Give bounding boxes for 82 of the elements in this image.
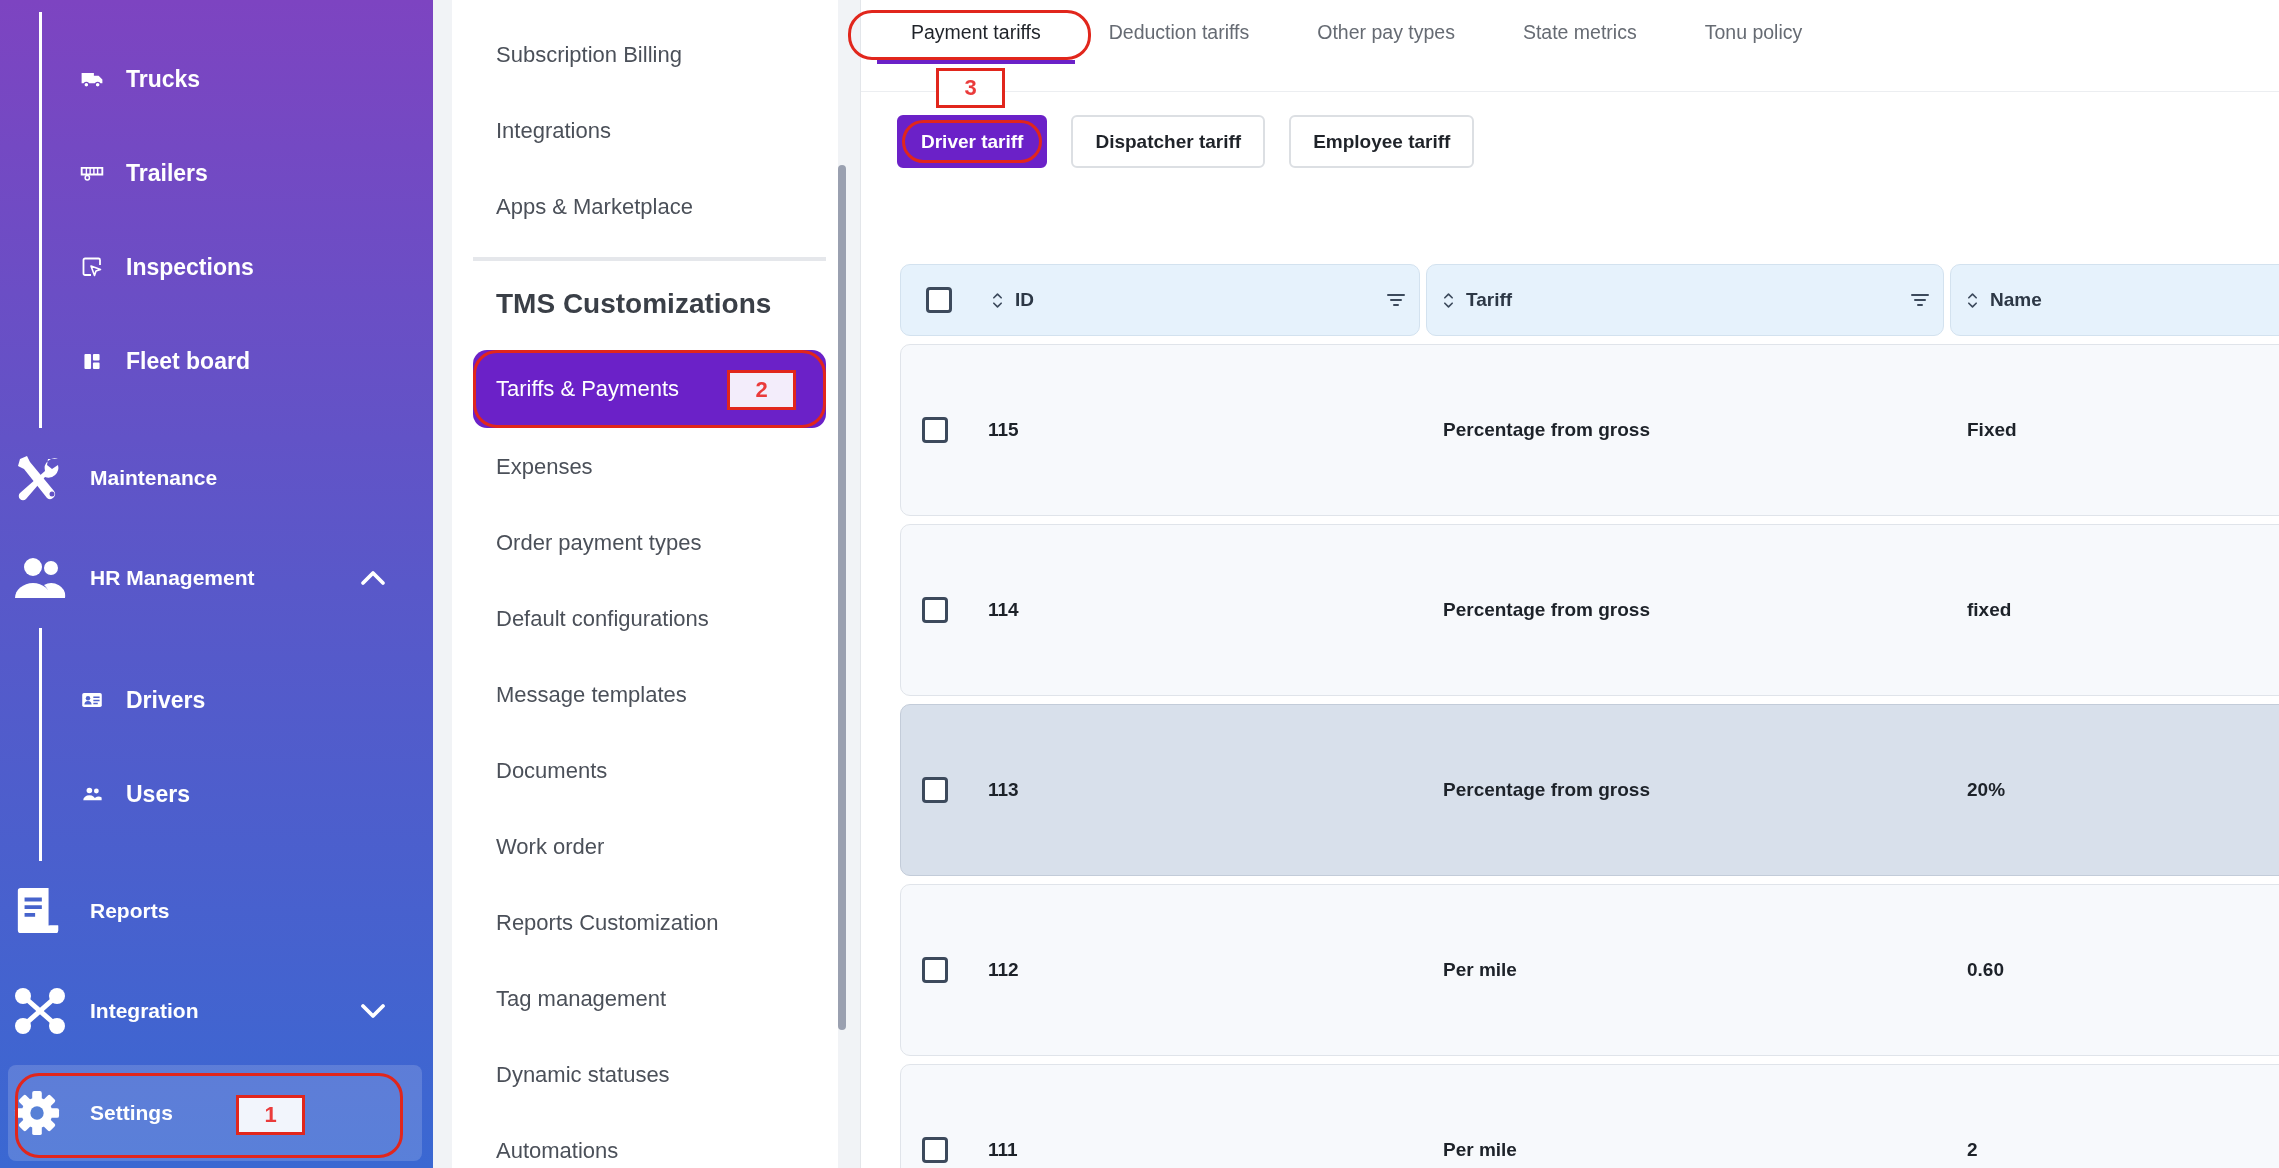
menu-item[interactable]: Apps & Marketplace: [452, 169, 838, 245]
network-icon: [14, 987, 66, 1035]
sidebar-subitem[interactable]: Trailers: [42, 126, 433, 220]
annotation-number: 2: [727, 370, 796, 410]
table-cell: Per mile: [1443, 1139, 1517, 1161]
menu-item[interactable]: Integrations: [452, 93, 838, 169]
table-cell: 115: [988, 419, 1019, 441]
menu-item[interactable]: Documents: [452, 733, 838, 809]
people-icon: [14, 556, 66, 600]
menu-item[interactable]: Work order: [452, 809, 838, 885]
table-cell: Percentage from gross: [1443, 419, 1650, 441]
tariff-type-button[interactable]: Driver tariff: [897, 115, 1048, 168]
table-row[interactable]: 111 Per mile 2: [900, 1064, 2279, 1168]
tab[interactable]: State metrics: [1488, 0, 1671, 64]
tariff-type-button[interactable]: Employee tariff: [1289, 115, 1475, 168]
sidebar-subitem[interactable]: Inspections: [42, 220, 433, 314]
filter-icon[interactable]: [1911, 294, 1929, 306]
tab[interactable]: Other pay types: [1283, 0, 1489, 64]
menu-item[interactable]: Reports Customization: [452, 885, 838, 961]
filter-icon[interactable]: [1387, 294, 1405, 306]
sidebar-subitem[interactable]: Trucks: [42, 32, 433, 126]
id-card-icon: [80, 692, 104, 708]
checkbox[interactable]: [926, 287, 952, 313]
sidebar-subitem[interactable]: Users: [42, 747, 433, 841]
menu-item[interactable]: Message templates: [452, 657, 838, 733]
table-cell: 113: [988, 779, 1019, 801]
table-cell: 2: [1967, 1139, 1978, 1161]
table-row[interactable]: 112 Per mile 0.60: [900, 884, 2279, 1056]
checkbox[interactable]: [922, 1137, 948, 1163]
table-cell: 0.60: [1967, 959, 2004, 981]
checkbox[interactable]: [922, 597, 948, 623]
column-header[interactable]: Tariff: [1426, 264, 1944, 336]
table-row[interactable]: 113 Percentage from gross 20%: [900, 704, 2279, 876]
section-heading: TMS Customizations: [495, 287, 773, 321]
checkbox[interactable]: [922, 957, 948, 983]
sidebar-subitem[interactable]: Fleet board: [42, 314, 433, 408]
table-cell: Fixed: [1967, 419, 2017, 441]
table-cell: 114: [988, 599, 1019, 621]
table-cell: fixed: [1967, 599, 2012, 621]
menu-item[interactable]: Automations: [452, 1113, 838, 1168]
table-row[interactable]: 115 Percentage from gross Fixed: [900, 344, 2279, 516]
menu-item[interactable]: Tag management: [452, 961, 838, 1037]
checkbox[interactable]: [922, 417, 948, 443]
sort-icon[interactable]: [1967, 291, 1978, 309]
sort-icon[interactable]: [1443, 291, 1454, 309]
menu-item[interactable]: Default configurations: [452, 581, 838, 657]
menu-item[interactable]: Dynamic statuses: [452, 1037, 838, 1113]
sort-icon[interactable]: [992, 291, 1003, 309]
table-cell: Per mile: [1443, 959, 1517, 981]
column-title: ID: [1015, 289, 1034, 311]
menu-item[interactable]: Subscription Billing: [452, 17, 838, 93]
annotation-number: 1: [236, 1095, 305, 1135]
column-title: Name: [1990, 289, 2042, 311]
sidebar-item[interactable]: HR Management: [0, 528, 422, 628]
sidebar-item[interactable]: Reports: [0, 861, 422, 961]
sidebar-item[interactable]: Settings 1: [8, 1065, 422, 1161]
menu-item[interactable]: Order payment types: [452, 505, 838, 581]
checkbox[interactable]: [922, 777, 948, 803]
annotation-number: 3: [936, 68, 1005, 108]
table-cell: Percentage from gross: [1443, 599, 1650, 621]
table-row[interactable]: 114 Percentage from gross fixed: [900, 524, 2279, 696]
menu-item[interactable]: Expenses: [452, 429, 838, 505]
truck-icon: [80, 70, 104, 88]
scrollbar[interactable]: [838, 165, 846, 1030]
sidebar-item[interactable]: Integration: [0, 961, 422, 1061]
trailer-icon: [80, 165, 104, 181]
cursor-square-icon: [80, 257, 104, 277]
column-header[interactable]: ID: [900, 264, 1420, 336]
table-cell: Percentage from gross: [1443, 779, 1650, 801]
table-cell: 112: [988, 959, 1019, 981]
column-header[interactable]: Name: [1950, 264, 2279, 336]
tab[interactable]: Deduction tariffs: [1074, 0, 1284, 64]
column-title: Tariff: [1466, 289, 1513, 311]
menu-item[interactable]: Tariffs & Payments 2: [473, 350, 826, 428]
people-icon: [80, 787, 104, 801]
table-cell: 111: [988, 1139, 1018, 1161]
sidebar-subitem[interactable]: Drivers: [42, 653, 433, 747]
tab[interactable]: Payment tariffs: [877, 0, 1075, 64]
table-cell: 20%: [1967, 779, 2006, 801]
tab[interactable]: Tonu policy: [1670, 0, 1837, 64]
sidebar-item[interactable]: Maintenance: [0, 428, 422, 528]
tariff-type-button[interactable]: Dispatcher tariff: [1071, 115, 1266, 168]
